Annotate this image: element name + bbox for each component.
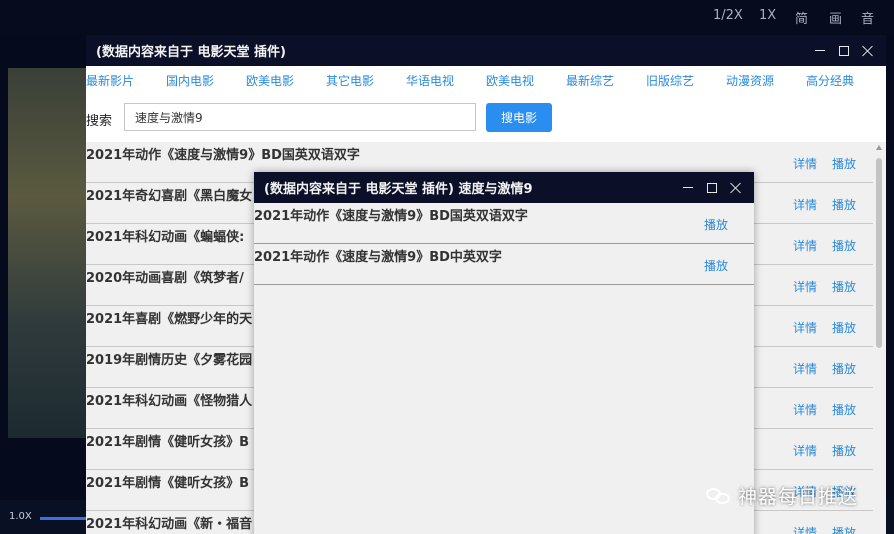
play-link[interactable]: 播放 <box>832 278 856 295</box>
play-link[interactable]: 播放 <box>832 524 856 534</box>
popup-list-item[interactable]: 2021年动作《速度与激情9》BD国英双语双字 播放 <box>254 203 754 244</box>
half-speed-button[interactable]: 1/2X <box>713 8 743 23</box>
wechat-watermark: 神器每日推送 <box>706 482 858 509</box>
popup-play-link[interactable]: 播放 <box>704 257 728 274</box>
search-row: 搜索 搜电影 <box>86 102 886 135</box>
picture-button[interactable]: 画 <box>829 8 842 27</box>
detail-link[interactable]: 详情 <box>793 442 817 459</box>
detail-link[interactable]: 详情 <box>793 401 817 418</box>
play-link[interactable]: 播放 <box>832 155 856 172</box>
scroll-up-icon[interactable] <box>876 145 882 150</box>
close-icon <box>730 182 742 194</box>
player-top-bar: 1/2X 1X 简 画 音 <box>0 0 894 34</box>
list-item-title: 2021年剧情《健听女孩》B <box>86 476 250 491</box>
maximize-icon <box>839 45 849 56</box>
detail-link[interactable]: 详情 <box>793 237 817 254</box>
popup-minimize-button[interactable] <box>676 178 700 198</box>
wechat-icon <box>706 486 732 506</box>
list-item-title: 2021年喜剧《燃野少年的天 <box>86 312 253 327</box>
play-link[interactable]: 播放 <box>832 319 856 336</box>
list-item-title: 2021年科幻动画《新・福音 <box>86 517 253 532</box>
category-latest-movies[interactable]: 最新影片 <box>86 72 134 89</box>
popup-item-title: 2021年动作《速度与激情9》BD中英双字 <box>254 250 502 265</box>
playback-progress-bar[interactable] <box>40 517 88 520</box>
detail-link[interactable]: 详情 <box>793 524 817 534</box>
list-item-title: 2021年剧情《健听女孩》B <box>86 435 250 450</box>
search-label: 搜索 <box>86 114 113 129</box>
plugin-window-title: (数据内容来自于 电影天堂 插件) <box>96 45 286 60</box>
maximize-icon <box>707 182 717 193</box>
popup-close-button[interactable] <box>724 178 748 198</box>
episode-popup-window: (数据内容来自于 电影天堂 插件) 速度与激情9 2021年动作《速度与激情9》… <box>254 172 754 534</box>
detail-link[interactable]: 详情 <box>793 360 817 377</box>
category-nav: 最新影片 国内电影 欧美电影 其它电影 华语电视 欧美电视 最新综艺 旧版综艺 … <box>86 66 886 94</box>
play-link[interactable]: 播放 <box>832 442 856 459</box>
normal-speed-button[interactable]: 1X <box>759 8 776 23</box>
maximize-button[interactable] <box>832 41 856 61</box>
close-button[interactable] <box>856 41 880 61</box>
detail-link[interactable]: 详情 <box>793 319 817 336</box>
popup-list-item[interactable]: 2021年动作《速度与激情9》BD中英双字 播放 <box>254 244 754 285</box>
list-item-title: 2021年科幻动画《怪物猎人 <box>86 394 253 409</box>
plugin-window-titlebar[interactable]: (数据内容来自于 电影天堂 插件) <box>86 35 886 66</box>
category-domestic-movies[interactable]: 国内电影 <box>166 72 214 89</box>
category-latest-variety[interactable]: 最新综艺 <box>566 72 614 89</box>
playback-speed-label[interactable]: 1.0X <box>9 511 32 522</box>
detail-link[interactable]: 详情 <box>793 196 817 213</box>
category-old-variety[interactable]: 旧版综艺 <box>646 72 694 89</box>
minimize-icon <box>683 187 693 188</box>
watermark-text: 神器每日推送 <box>738 486 859 508</box>
play-link[interactable]: 播放 <box>832 401 856 418</box>
search-input[interactable] <box>124 103 476 131</box>
category-chinese-tv[interactable]: 华语电视 <box>406 72 454 89</box>
category-western-movies[interactable]: 欧美电影 <box>246 72 294 89</box>
list-item-title: 2021年科幻动画《蝙蝠侠: <box>86 230 245 245</box>
list-item-title: 2019年剧情历史《夕雾花园 <box>86 353 253 368</box>
detail-link[interactable]: 详情 <box>793 155 817 172</box>
minimize-button[interactable] <box>808 41 832 61</box>
popup-maximize-button[interactable] <box>700 178 724 198</box>
video-preview <box>8 68 86 438</box>
search-movie-button[interactable]: 搜电影 <box>486 103 552 132</box>
close-icon <box>862 45 874 57</box>
category-western-tv[interactable]: 欧美电视 <box>486 72 534 89</box>
play-link[interactable]: 播放 <box>832 196 856 213</box>
list-item-title: 2021年动作《速度与激情9》BD国英双语双字 <box>86 148 360 163</box>
popup-title: (数据内容来自于 电影天堂 插件) 速度与激情9 <box>264 182 533 197</box>
popup-titlebar[interactable]: (数据内容来自于 电影天堂 插件) 速度与激情9 <box>254 172 754 203</box>
category-anime[interactable]: 动漫资源 <box>726 72 774 89</box>
category-other-movies[interactable]: 其它电影 <box>326 72 374 89</box>
simplified-chinese-button[interactable]: 简 <box>795 8 808 27</box>
list-item-title: 2021年奇幻喜剧《黑白魔女 <box>86 189 253 204</box>
play-link[interactable]: 播放 <box>832 360 856 377</box>
list-item-title: 2020年动画喜剧《筑梦者/ <box>86 271 244 286</box>
category-top-rated[interactable]: 高分经典 <box>806 72 854 89</box>
audio-button[interactable]: 音 <box>861 8 874 27</box>
minimize-icon <box>815 50 825 51</box>
play-link[interactable]: 播放 <box>832 237 856 254</box>
scroll-thumb[interactable] <box>876 158 882 348</box>
popup-item-title: 2021年动作《速度与激情9》BD国英双语双字 <box>254 209 528 224</box>
popup-play-link[interactable]: 播放 <box>704 216 728 233</box>
list-scrollbar[interactable] <box>873 142 886 534</box>
detail-link[interactable]: 详情 <box>793 278 817 295</box>
